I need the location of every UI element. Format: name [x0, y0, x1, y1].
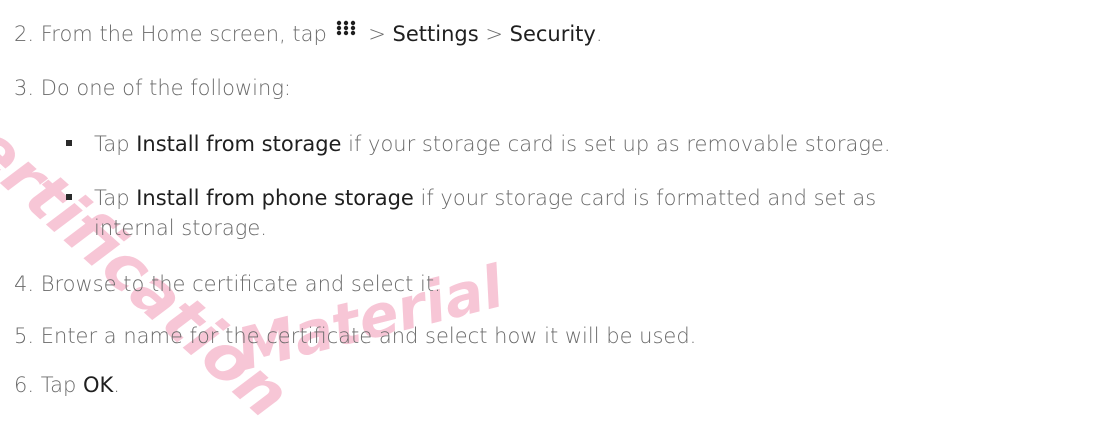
step-number: 4.: [14, 272, 35, 296]
security-label: Security: [509, 22, 596, 46]
ok-label: OK: [82, 373, 114, 397]
install-from-storage-label: Install from storage: [136, 132, 342, 156]
bullet-text: if your storage card is set up as remova…: [341, 132, 891, 156]
step-text: Do one of the following:: [40, 76, 291, 100]
install-from-phone-storage-label: Install from phone storage: [136, 186, 414, 210]
list-item: 6. Tap OK.: [14, 371, 120, 399]
list-item: 4. Browse to the certificate and select …: [14, 270, 441, 298]
bullet-icon: [66, 194, 72, 200]
step-number: 6.: [14, 373, 35, 397]
bullet-item: Tap Install from phone storage if your s…: [66, 184, 876, 212]
settings-label: Settings: [392, 22, 479, 46]
step-number: 5.: [14, 324, 35, 348]
step-punctuation: .: [113, 373, 120, 397]
bullet-text: Tap: [94, 132, 137, 156]
bullet-text: Tap: [94, 186, 137, 210]
bullet-icon: [66, 140, 72, 146]
bullet-continuation: internal storage.: [94, 214, 267, 242]
instruction-list: 2. From the Home screen, tap > Settings …: [0, 0, 1110, 401]
step-text: Browse to the certificate and select it.: [40, 272, 441, 296]
separator: >: [478, 22, 510, 46]
step-text: Enter a name for the certificate and sel…: [40, 324, 697, 348]
step-number: 3.: [14, 76, 35, 100]
list-item: 3. Do one of the following:: [14, 74, 291, 102]
bullet-item: Tap Install from storage if your storage…: [66, 130, 891, 158]
step-text: From the Home screen, tap: [40, 22, 327, 46]
step-punctuation: .: [595, 22, 603, 46]
list-item: 5. Enter a name for the certificate and …: [14, 322, 696, 350]
apps-grid-icon: [336, 15, 356, 43]
step-number: 2.: [14, 22, 35, 46]
separator: >: [368, 22, 393, 46]
step-text: Tap: [40, 373, 83, 397]
bullet-text: if your storage card is formatted and se…: [413, 186, 877, 210]
bullet-text: internal storage.: [94, 216, 267, 240]
list-item: 2. From the Home screen, tap > Settings …: [14, 20, 603, 49]
